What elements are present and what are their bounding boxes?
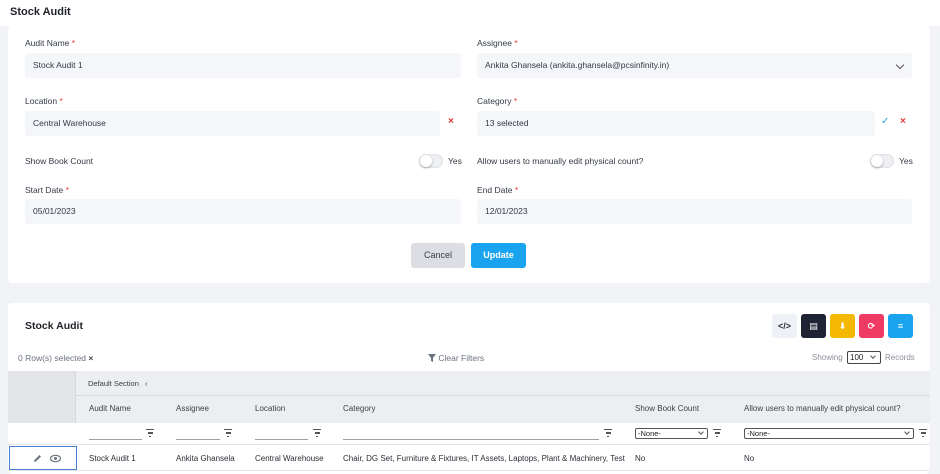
chevron-down-icon xyxy=(870,353,876,359)
show-book-count-toggle-text: Yes xyxy=(448,156,462,166)
clear-selection-icon[interactable]: × xyxy=(88,353,93,363)
code-view-icon: </> xyxy=(777,321,791,331)
top-bar: Stock Audit xyxy=(0,0,940,26)
clear-category-icon[interactable]: × xyxy=(900,116,906,127)
column-header-location[interactable]: Location xyxy=(255,404,285,413)
records-label: Records xyxy=(885,353,915,362)
allow-edit-toggle-text: Yes xyxy=(899,156,913,166)
chevron-left-icon: ‹ xyxy=(144,379,148,388)
filter-icon[interactable] xyxy=(313,429,321,437)
confirm-category-icon[interactable]: ✓ xyxy=(881,116,889,127)
filter-input-audit-name[interactable] xyxy=(89,439,142,440)
allow-edit-toggle[interactable] xyxy=(870,154,894,168)
location-select[interactable]: Central Warehouse xyxy=(25,111,440,136)
filter-select-value: -None- xyxy=(747,429,770,438)
filter-input-category[interactable] xyxy=(343,439,599,440)
audit-name-label: Audit Name * xyxy=(25,38,76,48)
cell-location: Central Warehouse xyxy=(255,454,324,463)
filter-icon[interactable] xyxy=(919,429,927,437)
chevron-down-icon xyxy=(698,429,704,435)
category-select[interactable]: 13 selected xyxy=(477,111,875,136)
showing-label: Showing xyxy=(812,353,843,362)
code-view-button[interactable]: </> xyxy=(772,314,797,338)
filter-select-value: -None- xyxy=(638,429,661,438)
filter-select-allow-edit[interactable]: -None- xyxy=(744,428,914,439)
audit-name-input[interactable]: Stock Audit 1 xyxy=(25,53,461,78)
page-size-value: 100 xyxy=(850,353,864,362)
clear-filters-link[interactable]: Clear Filters xyxy=(428,353,484,363)
clear-filters-label: Clear Filters xyxy=(438,353,485,363)
column-header-assignee[interactable]: Assignee xyxy=(176,404,209,413)
row-actions-cell xyxy=(9,446,77,470)
filter-input-assignee[interactable] xyxy=(176,439,220,440)
edit-pencil-icon[interactable] xyxy=(33,454,42,463)
allow-edit-label: Allow users to manually edit physical co… xyxy=(477,156,644,166)
download-icon: ⬇ xyxy=(838,321,847,331)
document-icon: ▤ xyxy=(809,321,818,331)
cell-allow-edit: No xyxy=(744,454,755,463)
filter-icon[interactable] xyxy=(713,429,721,437)
funnel-icon xyxy=(428,354,436,362)
group-header[interactable]: Default Section ‹ xyxy=(88,379,147,388)
assignee-value: Ankita Ghansela (ankita.ghansela@pcsinfi… xyxy=(485,60,670,70)
cell-audit-name: Stock Audit 1 xyxy=(89,454,136,463)
end-date-input[interactable]: 12/01/2023 xyxy=(477,199,912,224)
end-date-label: End Date * xyxy=(477,185,519,195)
filter-select-show-book-count[interactable]: -None- xyxy=(635,428,708,439)
audit-form-card: Audit Name * Stock Audit 1 Assignee * An… xyxy=(8,26,930,283)
filter-input-location[interactable] xyxy=(255,439,308,440)
rows-selected-text: 0 Row(s) selected xyxy=(18,353,87,363)
page-size-select[interactable]: 100 xyxy=(847,351,881,364)
show-book-count-toggle[interactable] xyxy=(419,154,443,168)
column-header-allow-edit[interactable]: Allow users to manually edit physical co… xyxy=(744,404,901,413)
view-eye-icon[interactable] xyxy=(50,454,61,463)
cell-category: Chair, DG Set, Furniture & Fixtures, IT … xyxy=(343,454,625,463)
assignee-select[interactable]: Ankita Ghansela (ankita.ghansela@pcsinfi… xyxy=(477,53,912,78)
clear-location-icon[interactable]: × xyxy=(448,116,454,127)
chevron-down-icon xyxy=(895,60,905,70)
cell-assignee: Ankita Ghansela xyxy=(176,454,235,463)
column-header-audit-name[interactable]: Audit Name xyxy=(89,404,131,413)
filter-icon[interactable] xyxy=(146,429,154,437)
settings-sliders-button[interactable]: ≡ xyxy=(888,314,913,338)
filter-icon[interactable] xyxy=(224,429,232,437)
download-button[interactable]: ⬇ xyxy=(830,314,855,338)
page-title: Stock Audit xyxy=(10,6,71,18)
cancel-button[interactable]: Cancel xyxy=(411,243,465,268)
grid-header-actions xyxy=(8,371,76,426)
grid-title: Stock Audit xyxy=(25,320,83,332)
settings-sliders-icon: ≡ xyxy=(897,321,904,331)
refresh-button[interactable]: ⟳ xyxy=(859,314,884,338)
show-book-count-label: Show Book Count xyxy=(25,156,94,166)
assignee-label: Assignee * xyxy=(477,38,518,48)
start-date-label: Start Date * xyxy=(25,185,69,195)
column-header-category[interactable]: Category xyxy=(343,404,375,413)
cell-show-book-count: No xyxy=(635,454,646,463)
refresh-icon: ⟳ xyxy=(867,321,876,331)
update-button[interactable]: Update xyxy=(471,243,526,268)
rows-selected: 0 Row(s) selected × xyxy=(18,353,93,363)
document-button[interactable]: ▤ xyxy=(801,314,826,338)
stock-audit-grid-card: Stock Audit </> ▤ ⬇ ⟳ ≡ 0 Row(s) selected × … xyxy=(8,303,930,474)
group-header-label: Default Section xyxy=(88,379,139,388)
column-header-show-book-count[interactable]: Show Book Count xyxy=(635,404,699,413)
header-divider xyxy=(76,395,930,396)
start-date-input[interactable]: 05/01/2023 xyxy=(25,199,461,224)
category-label: Category * xyxy=(477,96,518,106)
chevron-down-icon xyxy=(904,429,910,435)
location-label: Location * xyxy=(25,96,63,106)
filter-icon[interactable] xyxy=(604,429,612,437)
